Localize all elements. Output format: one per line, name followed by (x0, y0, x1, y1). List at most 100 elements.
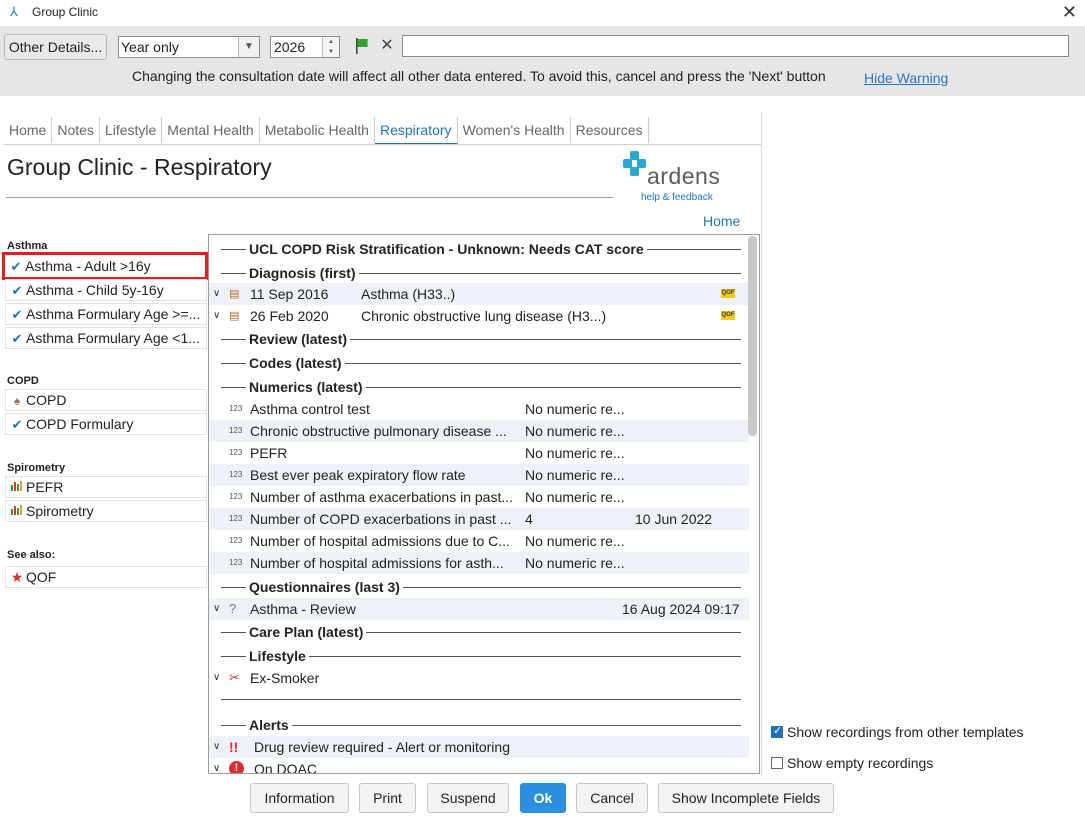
home-link[interactable]: Home (703, 213, 740, 229)
stepper-arrows-icon[interactable]: ▲ ▼ (322, 37, 339, 57)
risk-section-header: UCL COPD Risk Stratification - Unknown: … (211, 239, 745, 259)
flag-icon[interactable] (352, 36, 372, 56)
numeric-row[interactable]: 123 Asthma control test No numeric re... (209, 398, 749, 420)
suspend-button[interactable]: Suspend (427, 783, 509, 813)
numeric-value: 4 (525, 511, 533, 527)
nav-spirometry[interactable]: Spirometry (5, 500, 207, 522)
tab-home[interactable]: Home (4, 117, 53, 143)
other-details-button[interactable]: Other Details... (4, 34, 107, 60)
numeric-value: No numeric re... (525, 467, 625, 483)
tab-respiratory[interactable]: Respiratory (374, 117, 458, 145)
tab-mental-health[interactable]: Mental Health (162, 117, 260, 143)
diagnosis-heading: Diagnosis (first) (246, 265, 359, 281)
nav-label: Asthma Formulary Age >=... (26, 306, 201, 322)
section-copd-heading: COPD (7, 375, 39, 387)
star-icon: ★ (10, 569, 24, 585)
show-other-checkbox[interactable] (771, 724, 783, 738)
title-bar: ⅄ Group Clinic ✕ (0, 0, 1085, 26)
alerts-section-header: Alerts (211, 715, 745, 735)
numeric-icon: 123 (229, 492, 243, 501)
numeric-row[interactable]: 123 Best ever peak expiratory flow rate … (209, 464, 749, 486)
chevron-down-icon[interactable]: ∨ (213, 305, 220, 327)
numeric-row[interactable]: 123 Number of asthma exacerbations in pa… (209, 486, 749, 508)
chevron-down-icon[interactable]: ∨ (213, 736, 220, 758)
nav-asthma-formulary-older[interactable]: ✔ Asthma Formulary Age >=... (5, 303, 207, 325)
numeric-value: No numeric re... (525, 445, 625, 461)
lifestyle-row[interactable]: ∨ ✂ Ex-Smoker (209, 667, 749, 689)
date-warning-text: Changing the consultation date will affe… (132, 68, 826, 84)
tab-metabolic-health[interactable]: Metabolic Health (260, 117, 375, 143)
numeric-row[interactable]: 123 Number of hospital admissions for as… (209, 552, 749, 574)
chevron-down-icon[interactable]: ∨ (213, 667, 220, 689)
nav-label: PEFR (26, 479, 64, 495)
panel-scrollbar[interactable] (748, 236, 757, 436)
help-feedback-link[interactable]: help & feedback (641, 192, 713, 203)
alert-row[interactable]: ∨ ! On DOAC (209, 758, 749, 773)
brand-logo[interactable]: ardens help & feedback (622, 150, 742, 208)
numeric-icon: 123 (229, 536, 243, 545)
alert-row[interactable]: ∨ !! Drug review required - Alert or mon… (209, 736, 749, 758)
scroll-icon: ▤ (229, 310, 240, 322)
nav-asthma-formulary-younger[interactable]: ✔ Asthma Formulary Age <1... (5, 327, 207, 349)
numeric-row[interactable]: 123 Chronic obstructive pulmonary diseas… (209, 420, 749, 442)
window-title: Group Clinic (32, 5, 99, 19)
check-icon: ✔ (10, 259, 22, 274)
information-button[interactable]: Information (250, 783, 349, 813)
nav-copd[interactable]: ♠ COPD (5, 389, 207, 411)
tab-notes[interactable]: Notes (52, 117, 100, 143)
nav-asthma-adult[interactable]: ✔ Asthma - Adult >16y (2, 252, 208, 280)
numerics-section-header: Numerics (latest) (211, 377, 745, 397)
nav-label: QOF (26, 569, 57, 585)
chevron-down-icon[interactable]: ∨ (213, 758, 220, 773)
chart-icon (8, 501, 26, 521)
qof-badge: QOF (721, 289, 735, 298)
ok-button[interactable]: Ok (520, 783, 566, 813)
numeric-row[interactable]: 123 PEFR No numeric re... (209, 442, 749, 464)
qof-badge: QOF (721, 311, 735, 320)
tab-divider (4, 144, 762, 145)
warning-circle-icon: ! (229, 761, 244, 773)
clear-icon[interactable]: ✕ (377, 35, 397, 57)
tab-resources[interactable]: Resources (571, 117, 649, 143)
hide-warning-link[interactable]: Hide Warning (864, 70, 948, 86)
numeric-name: Number of hospital admissions for asth..… (250, 555, 504, 571)
close-icon[interactable]: ✕ (1062, 2, 1077, 23)
questionnaires-section-header: Questionnaires (last 3) (211, 577, 745, 597)
print-button[interactable]: Print (359, 783, 416, 813)
summary-panel[interactable]: UCL COPD Risk Stratification - Unknown: … (208, 234, 760, 774)
period-select[interactable]: Year only ▼ (118, 36, 260, 58)
show-empty-checkbox[interactable] (771, 757, 783, 769)
nav-copd-formulary[interactable]: ✔ COPD Formulary (5, 413, 207, 435)
diagnosis-row[interactable]: ∨ ▤ 26 Feb 2020 Chronic obstructive lung… (209, 305, 749, 327)
chevron-down-icon[interactable]: ▼ (238, 37, 259, 57)
show-empty-option[interactable]: Show empty recordings (771, 755, 933, 771)
chevron-down-icon[interactable]: ∨ (213, 598, 220, 620)
search-input[interactable] (402, 35, 1069, 57)
chevron-down-icon[interactable]: ∨ (213, 283, 220, 305)
codes-section-header: Codes (latest) (211, 353, 745, 373)
year-stepper[interactable]: 2026 ▲ ▼ (270, 36, 340, 58)
nav-label: Asthma - Adult >16y (25, 258, 151, 274)
numeric-name: Number of hospital admissions due to C..… (250, 533, 510, 549)
nav-asthma-child[interactable]: ✔ Asthma - Child 5y-16y (5, 279, 207, 301)
numeric-row[interactable]: 123 Number of hospital admissions due to… (209, 530, 749, 552)
nav-label: COPD (26, 392, 67, 408)
section-spirometry-heading: Spirometry (7, 462, 66, 474)
show-incomplete-button[interactable]: Show Incomplete Fields (658, 783, 834, 813)
cancel-button[interactable]: Cancel (576, 783, 648, 813)
numeric-date: 10 Jun 2022 (635, 511, 713, 527)
nav-label: Spirometry (26, 503, 94, 519)
tab-lifestyle[interactable]: Lifestyle (100, 117, 163, 143)
brand-name: ardens (647, 163, 721, 189)
numeric-name: Number of asthma exacerbations in past..… (250, 489, 514, 505)
alert-icon: !! (229, 739, 239, 755)
questionnaire-date: 16 Aug 2024 09:17 (622, 601, 740, 617)
numeric-row[interactable]: 123 Number of COPD exacerbations in past… (209, 508, 749, 530)
diagnosis-row[interactable]: ∨ ▤ 11 Sep 2016 Asthma (H33..) QOF (209, 283, 749, 305)
show-other-templates-option[interactable]: Show recordings from other templates (771, 724, 1024, 740)
tab-womens-health[interactable]: Women's Health (458, 117, 571, 143)
questionnaire-row[interactable]: ∨ ? Asthma - Review 16 Aug 2024 09:17 (209, 598, 749, 620)
numeric-icon: 123 (229, 426, 243, 435)
nav-pefr[interactable]: PEFR (5, 476, 207, 498)
nav-qof[interactable]: ★ QOF (5, 566, 207, 588)
